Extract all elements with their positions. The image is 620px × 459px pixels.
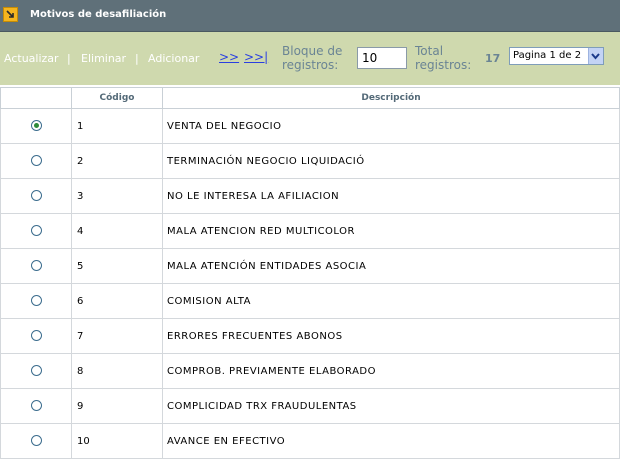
total-records-label: Total registros: [415,44,471,72]
row-select-cell [0,388,72,424]
description-cell: COMPROB. PREVIAMENTE ELABORADO [162,353,620,389]
row-radio-button[interactable] [30,260,42,272]
page-select-value: Pagina 1 de 2 [513,50,582,61]
code-cell: 7 [71,318,163,354]
arrow-icon [3,7,18,22]
table-row[interactable]: 8 COMPROB. PREVIAMENTE ELABORADO [0,353,620,389]
block-size-label: Bloque de registros: [282,44,342,72]
delete-button[interactable]: Eliminar [81,52,126,65]
code-cell: 10 [71,423,163,459]
block-size-label-line2: registros: [282,58,339,72]
table-row[interactable]: 5 MALA ATENCIÓN ENTIDADES ASOCIA [0,248,620,284]
row-radio-button[interactable] [30,400,42,412]
row-select-cell [0,143,72,179]
row-select-cell [0,318,72,354]
code-cell: 1 [71,108,163,144]
row-select-cell [0,283,72,319]
row-select-cell [0,178,72,214]
row-radio-button[interactable] [30,435,42,447]
next-page-link[interactable]: >> [219,51,239,64]
row-radio-button[interactable] [30,365,42,377]
total-records-value: 17 [485,52,501,65]
row-radio-button[interactable] [30,225,42,237]
row-select-cell [0,248,72,284]
row-radio-button[interactable] [30,330,42,342]
description-cell: MALA ATENCIÓN ENTIDADES ASOCIA [162,248,620,284]
code-cell: 5 [71,248,163,284]
table-row[interactable]: 7 ERRORES FRECUENTES ABONOS [0,318,620,354]
table-row[interactable]: 10 AVANCE EN EFECTIVO [0,423,620,459]
separator: | [67,52,71,65]
chevron-down-icon[interactable] [588,48,603,64]
row-select-cell [0,108,72,144]
total-records-label-line2: registros: [415,58,472,72]
row-radio-button[interactable] [30,120,42,132]
description-column-header[interactable]: Descripción [162,87,620,109]
row-select-cell [0,353,72,389]
code-cell: 9 [71,388,163,424]
row-radio-button[interactable] [30,155,42,167]
code-column-header[interactable]: Código [71,87,163,109]
page-select[interactable]: Pagina 1 de 2 [509,47,604,65]
table-row[interactable]: 1 VENTA DEL NEGOCIO [0,108,620,144]
block-size-input[interactable] [357,47,407,69]
description-cell: TERMINACIÓN NEGOCIO LIQUIDACIÓ [162,143,620,179]
code-cell: 6 [71,283,163,319]
row-select-cell [0,213,72,249]
description-cell: VENTA DEL NEGOCIO [162,108,620,144]
code-cell: 8 [71,353,163,389]
table-row[interactable]: 2 TERMINACIÓN NEGOCIO LIQUIDACIÓ [0,143,620,179]
block-size-label-line1: Bloque de [282,44,343,58]
select-column-header [0,87,72,109]
total-records-label-line1: Total [415,44,444,58]
table-row[interactable]: 9 COMPLICIDAD TRX FRAUDULENTAS [0,388,620,424]
description-cell: ERRORES FRECUENTES ABONOS [162,318,620,354]
table-row[interactable]: 3 NO LE INTERESA LA AFILIACION [0,178,620,214]
code-cell: 3 [71,178,163,214]
description-cell: COMISION ALTA [162,283,620,319]
description-cell: NO LE INTERESA LA AFILIACION [162,178,620,214]
row-radio-button[interactable] [30,190,42,202]
separator: | [135,52,139,65]
records-table: Código Descripción 1 VENTA DEL NEGOCIO 2 TE… [0,87,620,459]
description-cell: COMPLICIDAD TRX FRAUDULENTAS [162,388,620,424]
window-title: Motivos de desafiliación [30,9,167,20]
code-cell: 4 [71,213,163,249]
add-button[interactable]: Adicionar [148,52,199,65]
description-cell: MALA ATENCION RED MULTICOLOR [162,213,620,249]
table-header-row: Código Descripción [0,87,620,109]
table-row[interactable]: 4 MALA ATENCION RED MULTICOLOR [0,213,620,249]
table-row[interactable]: 6 COMISION ALTA [0,283,620,319]
row-select-cell [0,423,72,459]
last-page-link[interactable]: >>| [244,51,268,64]
title-bar: Motivos de desafiliación [0,0,620,32]
code-cell: 2 [71,143,163,179]
description-cell: AVANCE EN EFECTIVO [162,423,620,459]
row-radio-button[interactable] [30,295,42,307]
refresh-button[interactable]: Actualizar [4,52,59,65]
